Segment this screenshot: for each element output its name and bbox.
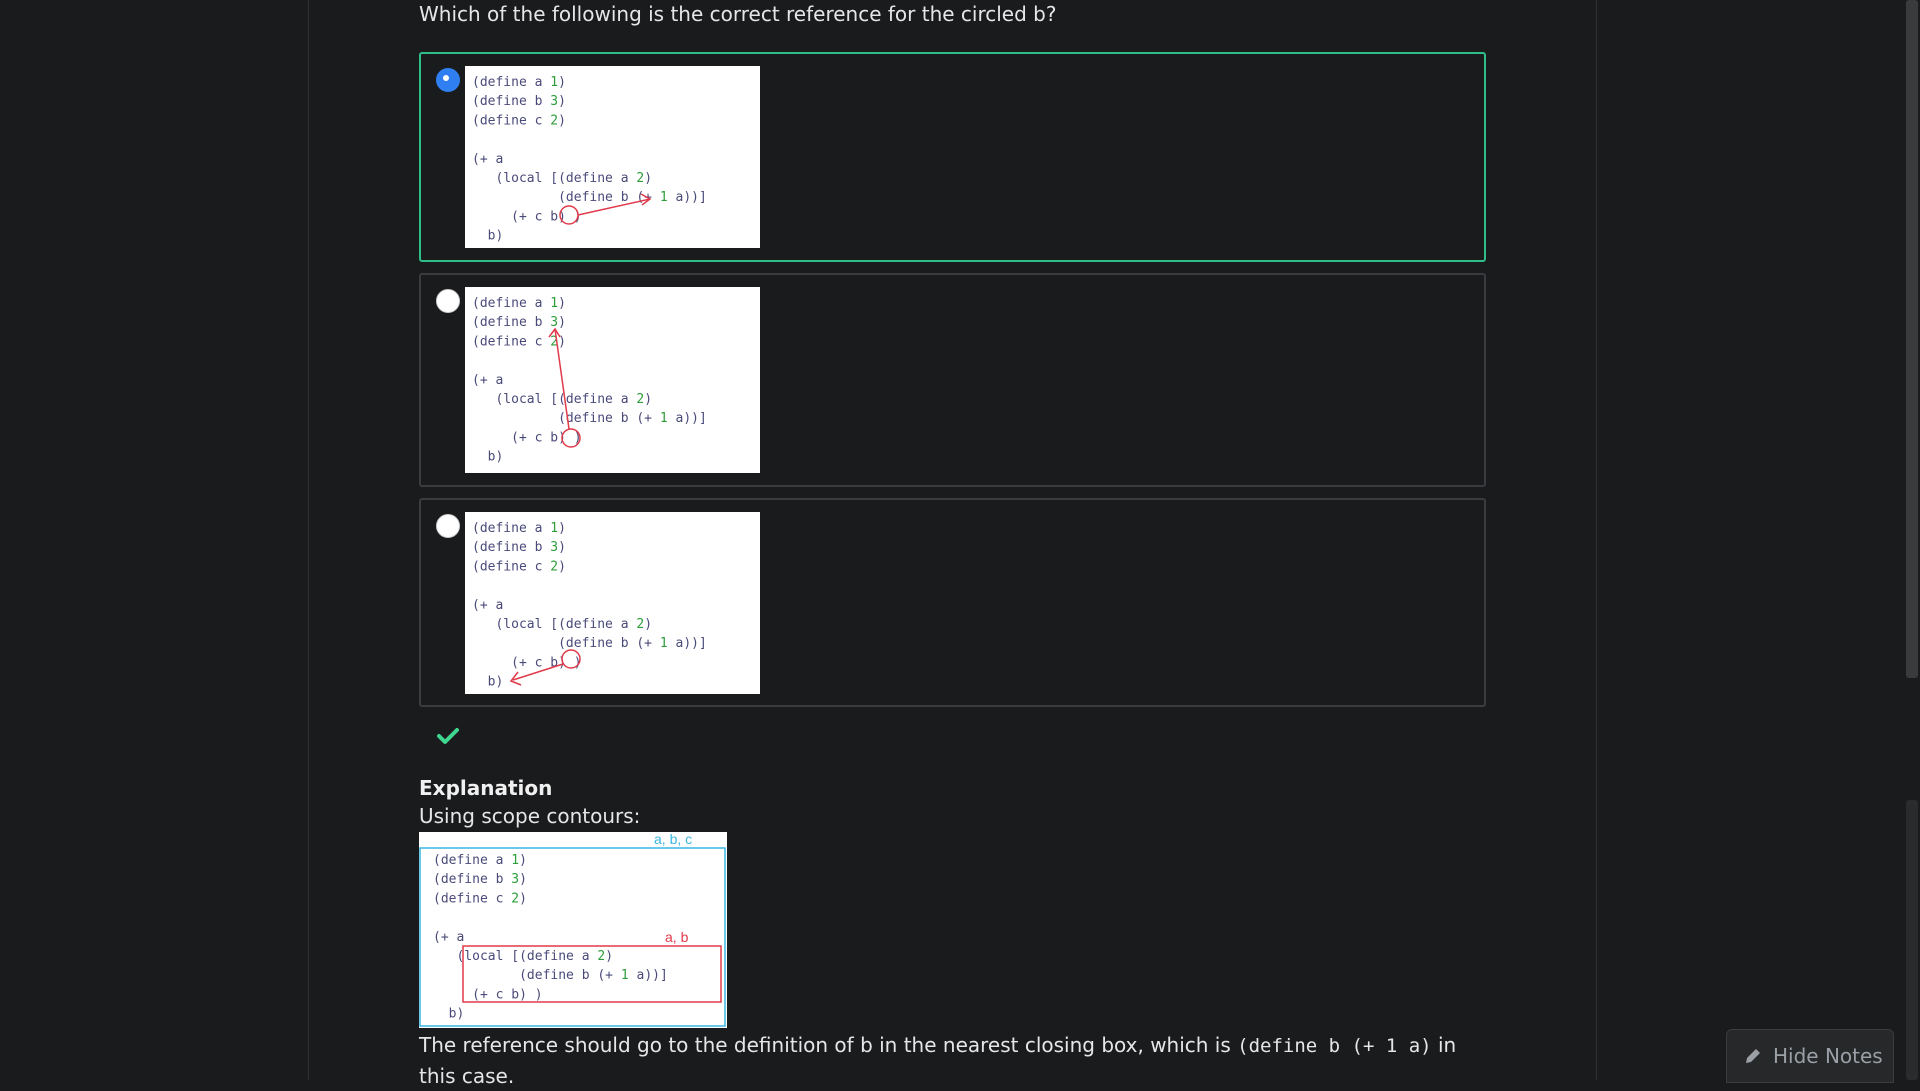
correct-check-icon	[437, 728, 459, 744]
code-line: (define b 3)	[433, 872, 527, 887]
explanation-inline-code: (define b (+ 1 a)	[1237, 1035, 1432, 1057]
code-line: (define b (+ 1 a))]	[472, 190, 707, 205]
pencil-icon	[1746, 1049, 1760, 1063]
code-line: (define c 2)	[472, 113, 566, 128]
code-image-option-1: (define a 1) (define b 3) (define c 2) (+ a…	[465, 66, 760, 248]
code-line: (define a 1)	[472, 75, 566, 90]
code-line: (define a 1)	[433, 853, 527, 868]
outer-scope-label: a, b, c	[654, 832, 692, 847]
explanation-text-before: The reference should go to the definitio…	[419, 1033, 1238, 1057]
code-line: (local [(define a 2)	[433, 949, 613, 964]
explanation-subtitle: Using scope contours:	[419, 804, 641, 828]
explanation-body: The reference should go to the definitio…	[419, 1030, 1499, 1091]
code-line: (local [(define a 2)	[472, 392, 652, 407]
code-line: (+ a	[472, 598, 503, 613]
answer-option-2[interactable]: (define a 1) (define b 3) (define c 2) (+ a…	[419, 273, 1486, 487]
inner-scope-label: a, b	[665, 929, 689, 945]
code-diagram-3: (define a 1) (define b 3) (define c 2) (+ a…	[472, 521, 707, 690]
code-image-option-3: (define a 1) (define b 3) (define c 2) (+ a…	[465, 512, 760, 694]
code-line: b)	[472, 229, 503, 244]
code-line: (+ a	[433, 930, 464, 945]
code-line: (+ c b) )	[433, 987, 543, 1002]
hide-notes-button[interactable]: Hide Notes	[1726, 1029, 1894, 1083]
code-line: (define a 1)	[472, 296, 566, 311]
code-line: (define b 3)	[472, 94, 566, 109]
code-line: (local [(define a 2)	[472, 617, 652, 632]
code-lines: (define a 1) (define b 3) (define c 2) (+ a…	[472, 521, 707, 690]
scope-diagram: a, b, c a, b (define a 1)(define b 3)(de…	[419, 831, 726, 1027]
code-line: (+ c b) )	[472, 430, 582, 445]
code-line: (define b (+ 1 a))]	[472, 411, 707, 426]
answer-option-3[interactable]: (define a 1) (define b 3) (define c 2) (+ a…	[419, 498, 1486, 707]
scope-contours-image: a, b, c a, b (define a 1) (define b 3) (de…	[419, 831, 727, 1028]
code-diagram-2: (define a 1) (define b 3) (define c 2) (+ a…	[472, 296, 707, 465]
radio-option-1[interactable]	[436, 68, 460, 92]
code-line: (define b 3)	[472, 540, 566, 555]
code-lines: (define a 1) (define b 3) (define c 2) (+ a…	[472, 296, 707, 465]
code-line: (define a 1)	[472, 521, 566, 536]
code-line: b)	[472, 675, 503, 690]
code-line: b)	[433, 1007, 464, 1022]
question-text: Which of the following is the correct re…	[419, 2, 1057, 26]
code-lines: (define a 1) (define b 3) (define c 2) (+ a…	[472, 75, 707, 244]
code-line: (define c 2)	[472, 334, 566, 349]
scope-code-lines: (define a 1) (define b 3) (define c 2) (+ a…	[433, 853, 668, 1022]
code-line: (define c 2)	[472, 559, 566, 574]
code-line: (define b (+ 1 a))]	[472, 636, 707, 651]
code-line: (+ c b) )	[472, 209, 582, 224]
hide-notes-label: Hide Notes	[1773, 1044, 1883, 1068]
code-line: (+ c b) )	[472, 655, 582, 670]
answer-option-1[interactable]: (define a 1) (define b 3) (define c 2) (+ a…	[419, 52, 1486, 262]
scrollbar[interactable]	[1906, 0, 1920, 1080]
code-line: b)	[472, 450, 503, 465]
code-line: (define b 3)	[472, 315, 566, 330]
scrollbar-lower-region	[1906, 800, 1918, 1080]
code-line: (define c 2)	[433, 891, 527, 906]
code-line: (local [(define a 2)	[472, 171, 652, 186]
code-line: (+ a	[472, 152, 503, 167]
explanation-title: Explanation	[419, 776, 553, 800]
code-diagram-1: (define a 1) (define b 3) (define c 2) (+ a…	[472, 75, 707, 244]
code-line: (define b (+ 1 a))]	[433, 968, 668, 983]
radio-option-3[interactable]	[436, 514, 460, 538]
radio-option-2[interactable]	[436, 289, 460, 313]
scrollbar-thumb[interactable]	[1906, 0, 1918, 678]
left-divider	[308, 0, 309, 1080]
code-image-option-2: (define a 1) (define b 3) (define c 2) (+ a…	[465, 287, 760, 473]
right-divider	[1596, 0, 1597, 1080]
code-line: (+ a	[472, 373, 503, 388]
